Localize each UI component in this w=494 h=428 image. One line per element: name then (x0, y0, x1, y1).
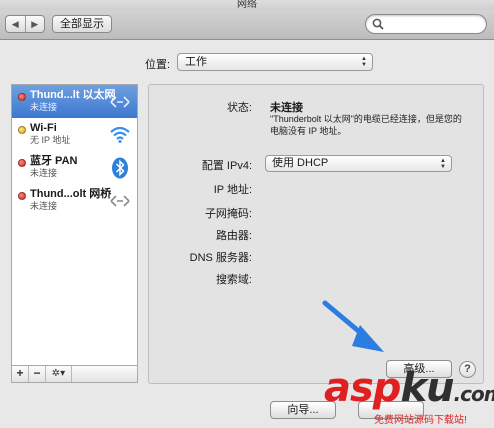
watermark-tagline: 免费网站源码下载站! (374, 415, 467, 426)
watermark-text: aspku.com (324, 365, 494, 411)
watermark-logo: aspku.com 免费网站源码下载站! (318, 365, 494, 428)
